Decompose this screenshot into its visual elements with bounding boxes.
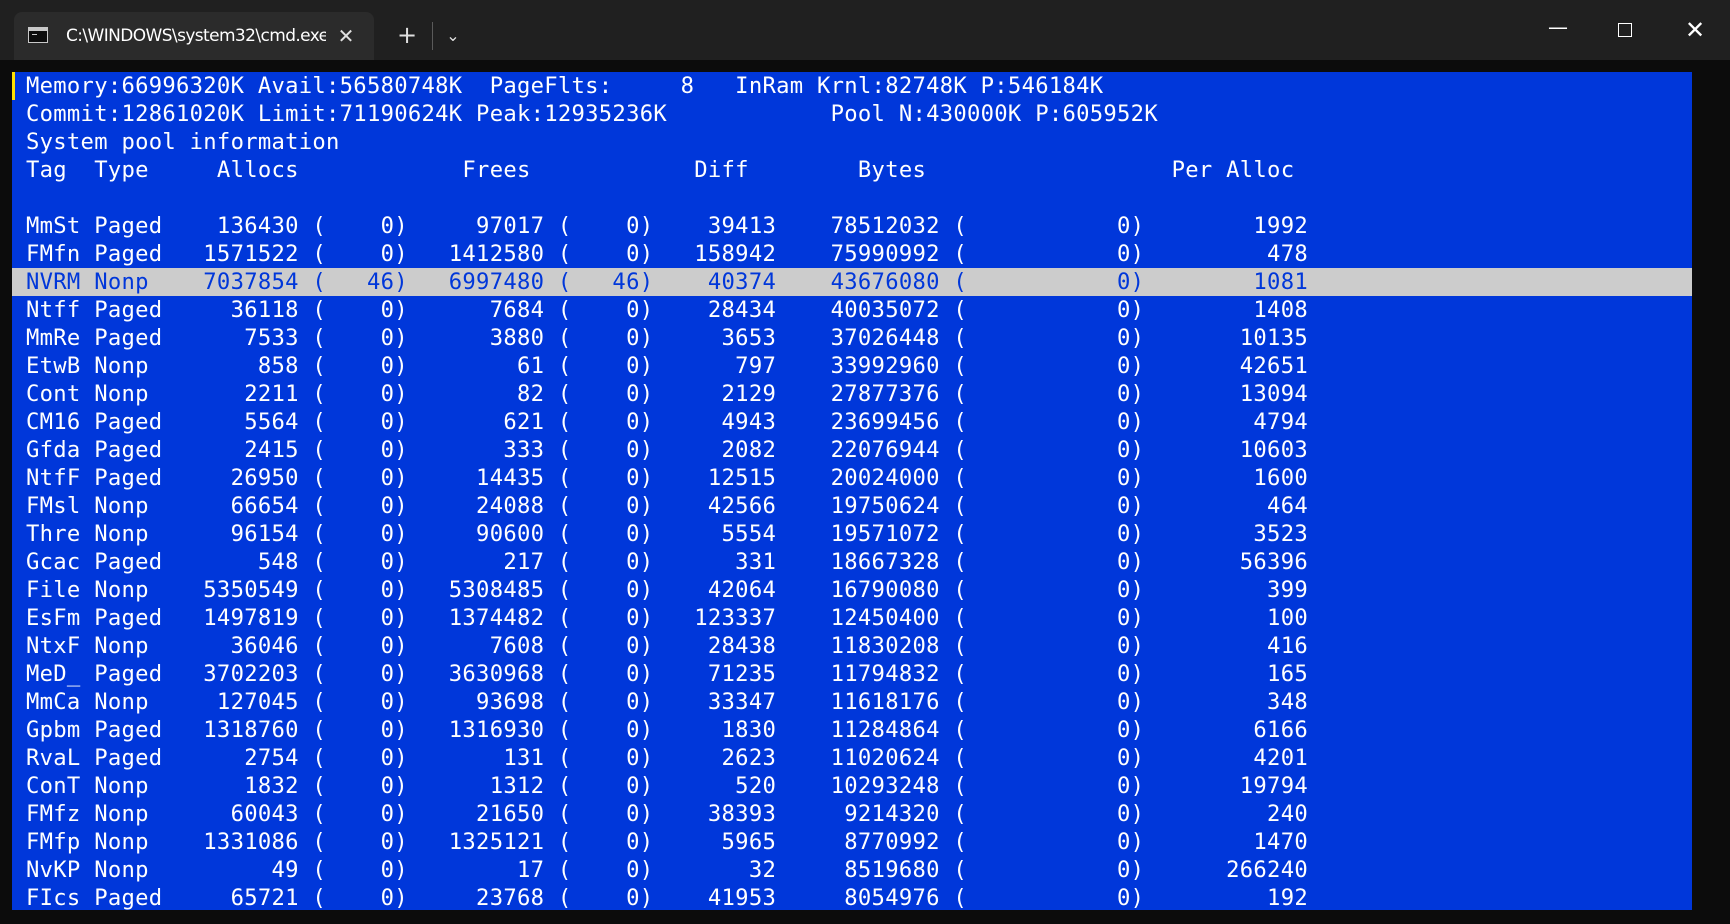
table-row-text: FMfz Nonp 60043 ( 0) 21650 ( 0) 38393 92…	[26, 801, 1308, 827]
table-row-text: NtfF Paged 26950 ( 0) 14435 ( 0) 12515 2…	[26, 465, 1308, 491]
header-pool-title: System pool information	[26, 129, 340, 155]
table-row: FMsl Nonp 66654 ( 0) 24088 ( 0) 42566 19…	[12, 492, 1692, 520]
table-row-text: RvaL Paged 2754 ( 0) 131 ( 0) 2623 11020…	[26, 745, 1308, 771]
minimize-button[interactable]: —	[1535, 10, 1581, 50]
table-row: RvaL Paged 2754 ( 0) 131 ( 0) 2623 11020…	[12, 744, 1692, 772]
table-row-text: CM16 Paged 5564 ( 0) 621 ( 0) 4943 23699…	[26, 409, 1308, 435]
table-row: MmSt Paged 136430 ( 0) 97017 ( 0) 39413 …	[12, 212, 1692, 240]
table-row-text: Ntff Paged 36118 ( 0) 7684 ( 0) 28434 40…	[26, 297, 1308, 323]
table-row-text: MmRe Paged 7533 ( 0) 3880 ( 0) 3653 3702…	[26, 325, 1308, 351]
table-row-text: FMfp Nonp 1331086 ( 0) 1325121 ( 0) 5965…	[26, 829, 1308, 855]
close-window-button[interactable]: ✕	[1672, 10, 1718, 50]
table-row-text: Gpbm Paged 1318760 ( 0) 1316930 ( 0) 183…	[26, 717, 1308, 743]
title-bar[interactable]: C:\WINDOWS\system32\cmd.exe ✕ + ⌄ — ✕	[0, 0, 1730, 60]
table-row: FIcs Paged 65721 ( 0) 23768 ( 0) 41953 8…	[12, 884, 1692, 910]
close-tab-icon[interactable]: ✕	[332, 22, 360, 50]
table-row: Gpbm Paged 1318760 ( 0) 1316930 ( 0) 183…	[12, 716, 1692, 744]
table-row: Cont Nonp 2211 ( 0) 82 ( 0) 2129 2787737…	[12, 380, 1692, 408]
header-memory-line: Memory:66996320K Avail:56580748K PageFlt…	[26, 73, 1104, 99]
table-row-text: FIcs Paged 65721 ( 0) 23768 ( 0) 41953 8…	[26, 885, 1308, 910]
table-row-text: Gcac Paged 548 ( 0) 217 ( 0) 331 1866732…	[26, 549, 1308, 575]
column-header-line: Tag Type Allocs Frees Diff Bytes Per All…	[26, 157, 1295, 183]
table-row: NtxF Nonp 36046 ( 0) 7608 ( 0) 28438 118…	[12, 632, 1692, 660]
table-row: CM16 Paged 5564 ( 0) 621 ( 0) 4943 23699…	[12, 408, 1692, 436]
table-row: MmRe Paged 7533 ( 0) 3880 ( 0) 3653 3702…	[12, 324, 1692, 352]
table-row: Thre Nonp 96154 ( 0) 90600 ( 0) 5554 195…	[12, 520, 1692, 548]
tab-cmd[interactable]: C:\WINDOWS\system32\cmd.exe ✕	[14, 12, 374, 60]
maximize-button[interactable]	[1602, 10, 1648, 50]
table-row-text: FMsl Nonp 66654 ( 0) 24088 ( 0) 42566 19…	[26, 493, 1308, 519]
table-row-text: Gfda Paged 2415 ( 0) 333 ( 0) 2082 22076…	[26, 437, 1308, 463]
table-row-text: NVRM Nonp 7037854 ( 46) 6997480 ( 46) 40…	[26, 269, 1308, 295]
table-row: Gcac Paged 548 ( 0) 217 ( 0) 331 1866732…	[12, 548, 1692, 576]
tab-title: C:\WINDOWS\system32\cmd.exe	[66, 26, 326, 46]
table-row-text: NtxF Nonp 36046 ( 0) 7608 ( 0) 28438 118…	[26, 633, 1308, 659]
table-row-text: Cont Nonp 2211 ( 0) 82 ( 0) 2129 2787737…	[26, 381, 1308, 407]
maximize-icon	[1618, 23, 1632, 37]
table-row-text: MmSt Paged 136430 ( 0) 97017 ( 0) 39413 …	[26, 213, 1308, 239]
console-icon	[28, 27, 48, 43]
console-output[interactable]: Memory:66996320K Avail:56580748K PageFlt…	[12, 72, 1692, 910]
table-row: NvKP Nonp 49 ( 0) 17 ( 0) 32 8519680 ( 0…	[12, 856, 1692, 884]
table-row: File Nonp 5350549 ( 0) 5308485 ( 0) 4206…	[12, 576, 1692, 604]
table-row: MeD_ Paged 3702203 ( 0) 3630968 ( 0) 712…	[12, 660, 1692, 688]
table-row-text: MmCa Nonp 127045 ( 0) 93698 ( 0) 33347 1…	[26, 689, 1308, 715]
table-row-text: File Nonp 5350549 ( 0) 5308485 ( 0) 4206…	[26, 577, 1308, 603]
table-row: NVRM Nonp 7037854 ( 46) 6997480 ( 46) 40…	[12, 268, 1692, 296]
table-row-text: NvKP Nonp 49 ( 0) 17 ( 0) 32 8519680 ( 0…	[26, 857, 1308, 883]
table-row: EsFm Paged 1497819 ( 0) 1374482 ( 0) 123…	[12, 604, 1692, 632]
dropdown-chevron-icon[interactable]: ⌄	[438, 20, 468, 52]
table-row: Gfda Paged 2415 ( 0) 333 ( 0) 2082 22076…	[12, 436, 1692, 464]
table-row: EtwB Nonp 858 ( 0) 61 ( 0) 797 33992960 …	[12, 352, 1692, 380]
table-row: MmCa Nonp 127045 ( 0) 93698 ( 0) 33347 1…	[12, 688, 1692, 716]
table-row-text: EsFm Paged 1497819 ( 0) 1374482 ( 0) 123…	[26, 605, 1308, 631]
table-row-text: Thre Nonp 96154 ( 0) 90600 ( 0) 5554 195…	[26, 521, 1308, 547]
tab-separator	[432, 22, 433, 50]
table-row: FMfp Nonp 1331086 ( 0) 1325121 ( 0) 5965…	[12, 828, 1692, 856]
table-row: FMfz Nonp 60043 ( 0) 21650 ( 0) 38393 92…	[12, 800, 1692, 828]
table-row-text: MeD_ Paged 3702203 ( 0) 3630968 ( 0) 712…	[26, 661, 1308, 687]
cursor-marker	[12, 72, 15, 100]
new-tab-button[interactable]: +	[390, 20, 424, 52]
terminal-area[interactable]: Memory:66996320K Avail:56580748K PageFlt…	[0, 60, 1730, 924]
table-row-text: ConT Nonp 1832 ( 0) 1312 ( 0) 520 102932…	[26, 773, 1308, 799]
table-row: NtfF Paged 26950 ( 0) 14435 ( 0) 12515 2…	[12, 464, 1692, 492]
table-row: Ntff Paged 36118 ( 0) 7684 ( 0) 28434 40…	[12, 296, 1692, 324]
table-row-text: FMfn Paged 1571522 ( 0) 1412580 ( 0) 158…	[26, 241, 1308, 267]
terminal-window: C:\WINDOWS\system32\cmd.exe ✕ + ⌄ — ✕ Me…	[0, 0, 1730, 924]
header-commit-line: Commit:12861020K Limit:71190624K Peak:12…	[26, 101, 1158, 127]
table-row: FMfn Paged 1571522 ( 0) 1412580 ( 0) 158…	[12, 240, 1692, 268]
table-row: ConT Nonp 1832 ( 0) 1312 ( 0) 520 102932…	[12, 772, 1692, 800]
table-row-text: EtwB Nonp 858 ( 0) 61 ( 0) 797 33992960 …	[26, 353, 1308, 379]
